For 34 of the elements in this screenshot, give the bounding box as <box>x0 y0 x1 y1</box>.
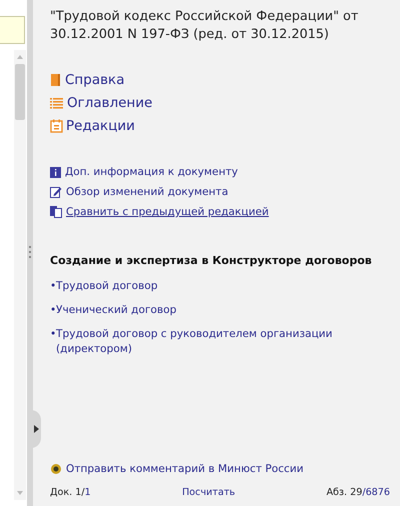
info-icon <box>50 166 61 178</box>
emblem-icon <box>50 463 62 475</box>
bullet: • <box>50 327 56 342</box>
paragraph-counter: Абз. 29 <box>326 487 362 498</box>
scroll-down-icon[interactable] <box>16 490 24 496</box>
contract-link[interactable]: Ученический договор <box>56 303 346 318</box>
edit-icon <box>50 186 62 198</box>
document-title: "Трудовой кодекс Российской Федерации" от 30.12.2001 N 197-ФЗ (ред. от 30.12.2015) <box>50 8 360 44</box>
documents-icon <box>50 206 62 218</box>
bullet: • <box>50 279 56 294</box>
nav-link[interactable]: Справка <box>50 72 390 88</box>
scroll-up-icon[interactable] <box>16 54 24 60</box>
scrollbar-thumb[interactable] <box>15 64 25 120</box>
nav-link[interactable]: Редакции <box>50 118 390 134</box>
calendar-icon <box>50 119 63 133</box>
section-heading: Создание и экспертиза в Конструкторе договоров <box>50 254 373 267</box>
document-link[interactable]: Сравнить с предыдущей редакцией <box>50 206 390 218</box>
document-counter: Док. 1/ <box>50 487 85 498</box>
nav-link[interactable]: Оглавление <box>50 95 390 111</box>
scrollbar[interactable] <box>14 50 26 500</box>
document-total: 1 <box>84 487 91 498</box>
feedback-link[interactable]: Отправить комментарий в Минюст России <box>50 463 390 475</box>
triangle-icon <box>34 425 38 433</box>
bullet: • <box>50 303 56 318</box>
document-link[interactable]: Обзор изменений документа <box>50 186 390 198</box>
contract-link[interactable]: Трудовой договор с руководителем организации (директором) <box>56 327 346 357</box>
book-icon <box>50 73 62 87</box>
count-link[interactable]: Посчитать <box>182 487 236 498</box>
search-field[interactable] <box>0 16 25 44</box>
paragraph-total: /6876 <box>362 487 390 498</box>
collapse-tab[interactable] <box>31 410 41 448</box>
contract-link[interactable]: Трудовой договор <box>56 279 346 294</box>
list-icon <box>50 96 64 110</box>
document-link[interactable]: Доп. информация к документу <box>50 166 390 178</box>
